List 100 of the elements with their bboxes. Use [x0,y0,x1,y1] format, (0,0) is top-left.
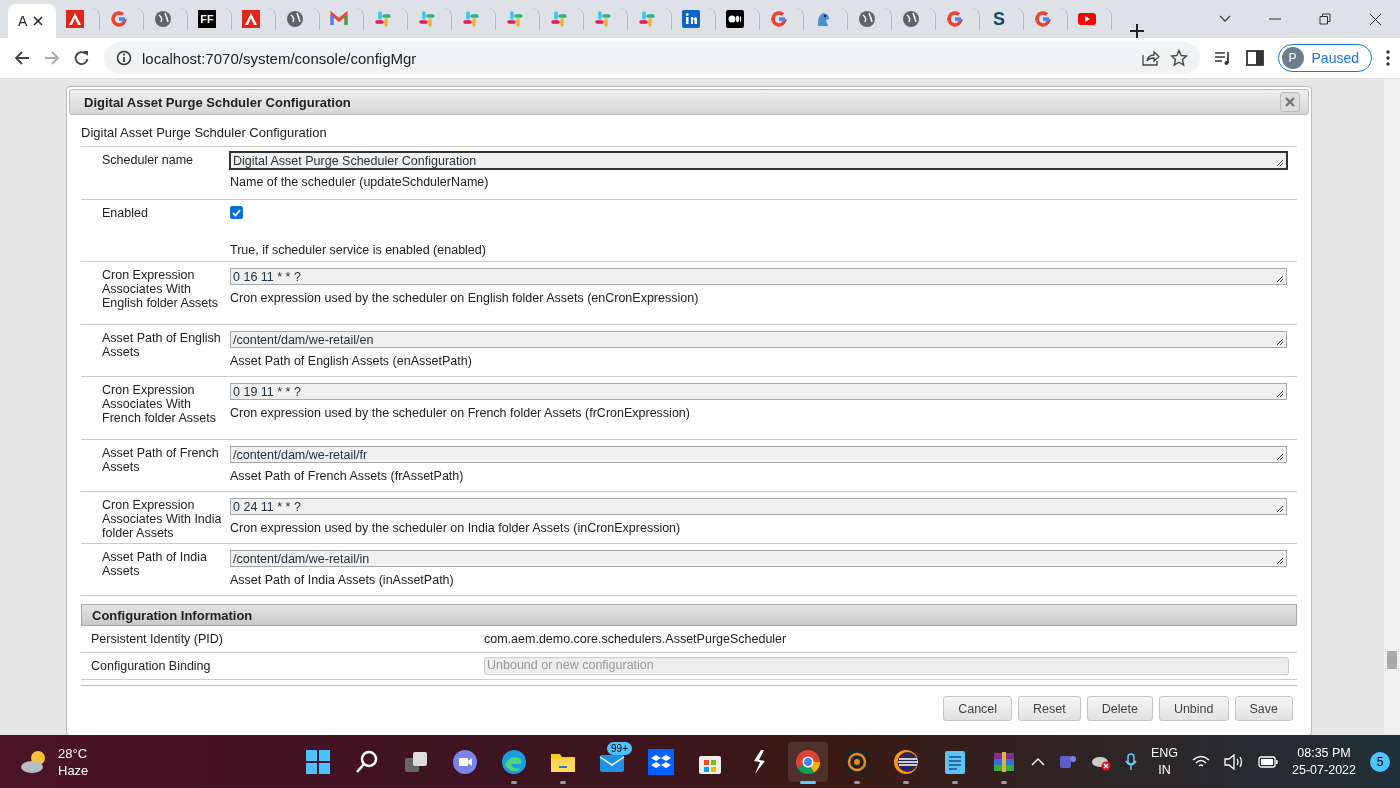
wifi-icon[interactable] [1192,754,1211,769]
dialog-button[interactable]: Reset [1018,696,1081,721]
medium-logo-icon [726,10,744,28]
running-indicator [952,780,958,784]
taskbar-app[interactable]: 99+ [592,741,632,782]
clock-date[interactable]: 25-07-2022 [1292,761,1356,779]
mail-icon [330,10,348,28]
chrome-browser-icon [795,748,821,775]
dialog-button[interactable]: Delete [1086,696,1153,721]
info-icon [116,50,132,66]
linkedin-logo-icon [682,10,700,28]
resize-grip-icon [1276,390,1284,398]
region-text[interactable]: IN [1158,761,1171,779]
close-button[interactable] [1280,92,1300,112]
slack-logo-icon [550,10,568,28]
google-logo-icon [770,10,788,28]
resize-grip-icon [1276,557,1284,565]
field-label: Cron Expression Associates With English folder Assets [101,268,220,312]
battery-icon[interactable] [1258,755,1279,768]
side-panel-icon[interactable] [1245,50,1264,66]
text-field[interactable]: /content/dam/we-retail/in [230,550,1287,567]
chevron-down-icon[interactable] [1219,15,1231,23]
resize-grip-icon [1276,275,1284,283]
tab-title: A [18,13,28,29]
slack-logo-icon [638,10,656,28]
edge-browser-icon [501,748,527,775]
youtube-logo-icon [1078,10,1096,28]
slack-logo-icon [506,10,524,28]
text-field[interactable]: 0 16 11 * * ? [230,268,1287,285]
google-logo-icon [110,10,128,28]
volume-icon[interactable] [1224,753,1245,770]
running-indicator [560,780,566,784]
microphone-icon[interactable] [1124,752,1137,771]
running-indicator [854,780,860,784]
section-title: Configuration Information [92,607,253,623]
field-label: Cron Expression Associates With India folder Assets [101,498,223,542]
text-field[interactable]: 0 19 11 * * ? [230,383,1287,400]
field-label: Scheduler name [101,153,195,169]
scrollbar[interactable] [1384,79,1400,735]
close-icon [1285,97,1295,107]
dialog-button[interactable]: Cancel [943,696,1013,721]
scrollbar-thumb[interactable] [1387,651,1397,669]
search-icon [354,748,380,775]
field-description: True, if scheduler service is enabled (enabled) [230,243,487,257]
dropbox-icon [648,748,674,775]
slack-logo-icon [418,10,436,28]
text-field[interactable]: 0 24 11 * * ? [230,498,1287,515]
temperature-text: 28°C [58,744,89,762]
checkbox[interactable] [230,206,243,219]
more-menu-icon[interactable] [1386,50,1390,66]
clock-time[interactable]: 08:35 PM [1297,744,1351,762]
language-text[interactable]: ENG [1150,744,1179,762]
browser-tab[interactable]: A [8,4,56,38]
gear-icon [844,748,870,775]
ff-logo: FF [198,10,216,28]
text-field[interactable]: /content/dam/we-retail/fr [230,446,1287,463]
profile-status: Paused [1311,50,1359,66]
field-label: Asset Path of India Assets [101,550,208,580]
field-label: Asset Path of French Assets [101,446,220,476]
weather-text: Haze [58,761,89,779]
text-field[interactable]: /content/dam/we-retail/en [230,331,1287,348]
dialog-subtitle: Digital Asset Purge Schduler Configuration [80,124,328,142]
close-icon[interactable] [33,16,44,26]
info-value: com.aem.demo.core.schedulers.AssetPurgeScheduler [484,632,787,646]
dialog-button[interactable]: Unbind [1158,696,1229,721]
notification-count[interactable]: 5 [1370,751,1390,772]
field-label: Asset Path of English Assets [101,331,222,361]
browser-tab[interactable]: S [980,8,1024,30]
dialog-button[interactable]: Save [1234,696,1293,721]
text-field[interactable]: Digital Asset Purge Scheduler Configuration [230,152,1287,169]
running-indicator [903,780,909,784]
video-chat-icon [452,748,478,775]
adobe-logo-icon [66,10,84,28]
slack-logo-icon [594,10,612,28]
media-queue-icon[interactable] [1213,50,1232,66]
dialog-title: Digital Asset Purge Schduler Configuration [84,94,351,110]
globe-icon [902,10,920,28]
google-logo-icon [1034,10,1052,28]
url-text: localhost:7070/system/console/configMgr [142,49,417,67]
windows-start-icon [305,748,331,775]
resize-grip-icon [1276,505,1284,513]
field-label: Cron Expression Associates With French folder Assets [101,383,217,427]
reload-icon[interactable] [74,50,90,66]
slack-logo-icon [462,10,480,28]
running-indicator [511,780,517,784]
share-icon[interactable] [1141,50,1160,66]
browser-tab[interactable]: FF [188,8,232,30]
new-tab-icon[interactable] [1130,24,1144,38]
eclipse-icon [893,748,919,775]
slack-logo-icon [374,10,392,28]
restore-icon[interactable] [1319,13,1331,25]
taskbar-app[interactable] [788,741,828,782]
resize-grip-icon [1276,453,1284,461]
running-indicator [1001,780,1007,784]
star-icon[interactable] [1169,49,1188,67]
notepad-icon [942,748,968,775]
address-bar[interactable]: localhost:7070/system/console/configMgr [104,42,1200,74]
back-arrow-icon[interactable] [14,50,30,66]
close-icon[interactable] [1368,12,1382,26]
chevron-up-icon[interactable] [1030,757,1045,766]
